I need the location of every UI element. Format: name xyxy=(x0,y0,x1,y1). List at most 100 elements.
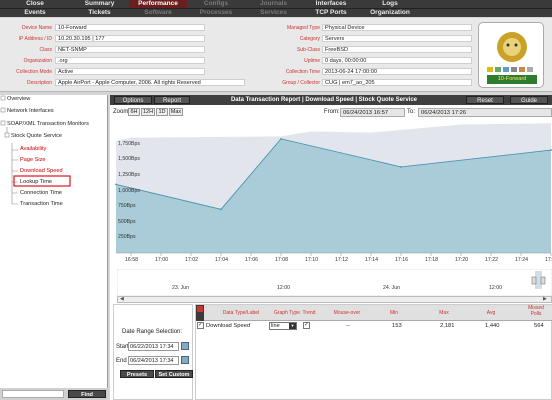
tree-item-network-interfaces[interactable]: Network Interfaces xyxy=(7,108,54,114)
trend-checkbox[interactable]: ✓ xyxy=(303,322,310,329)
date-range-title: Date Range Selection: xyxy=(122,329,183,335)
zoom-6h-button[interactable]: 6H xyxy=(128,108,140,116)
scroll-right-icon[interactable]: ▶ xyxy=(543,297,549,302)
x-tick-label: 17:18 xyxy=(425,257,438,263)
tree-item-lookup-time[interactable]: Lookup Time xyxy=(20,179,52,185)
x-tick-label: 17:02 xyxy=(185,257,198,263)
device-icon-box: 10-Forward xyxy=(478,22,544,88)
report-title: Data Transaction Report | Download Speed… xyxy=(230,97,418,103)
info-label: Sub-Class xyxy=(296,47,320,53)
info-value: Servers xyxy=(322,35,472,42)
data-point xyxy=(115,183,117,186)
nav-processes[interactable]: Processes xyxy=(187,9,245,17)
nav-services[interactable]: Services xyxy=(245,9,302,17)
tree-item-page-size[interactable]: Page Size xyxy=(20,157,46,163)
nav-events[interactable]: Events xyxy=(0,9,70,17)
end-date-input[interactable]: 06/24/2013 17:34 xyxy=(128,356,179,365)
nav-configs[interactable]: Configs xyxy=(187,0,245,8)
navigator-scrollbar[interactable]: ◀ ▶ xyxy=(117,296,552,303)
add-series-icon[interactable] xyxy=(197,306,203,312)
nav-performance[interactable]: Performance xyxy=(129,0,187,8)
y-tick-label: 1,250Bps xyxy=(118,172,140,179)
nav-journals[interactable]: Journals xyxy=(245,0,302,8)
row-mouseover: -- xyxy=(346,323,350,329)
x-tick-label: 17:24 xyxy=(515,257,528,263)
y-tick-label: 500Bps xyxy=(118,218,136,225)
x-tick-label: 17:14 xyxy=(365,257,378,263)
from-label: From: xyxy=(324,109,340,115)
col-mouseover: Mouse-over xyxy=(333,310,361,316)
zoom-1d-button[interactable]: 1D xyxy=(156,108,168,116)
data-point xyxy=(280,137,282,140)
data-point xyxy=(220,208,222,211)
nav-summary[interactable]: Summary xyxy=(70,0,129,8)
tree-item-stock-quote-service[interactable]: Stock Quote Service xyxy=(11,133,62,139)
y-tick-label: 1,750Bps xyxy=(118,140,140,147)
zoom-label: Zoom xyxy=(113,109,129,115)
x-tick-label: 17:00 xyxy=(155,257,168,263)
end-label: End xyxy=(116,358,127,364)
start-calendar-icon[interactable] xyxy=(181,342,189,350)
x-tick-label: 17:08 xyxy=(275,257,288,263)
tree-item-soap-xml-transaction-monitors[interactable]: SOAP/XML Transaction Monitors xyxy=(7,121,89,127)
x-tick-label: 17:10 xyxy=(305,257,318,263)
info-value: Physical Device xyxy=(322,24,472,31)
tree-item-availability[interactable]: Availability xyxy=(20,146,46,152)
zoom-max-button[interactable]: Max xyxy=(169,108,183,116)
col-missed-polls: Missed Polls xyxy=(528,305,544,317)
nav-label-3: 24. Jun xyxy=(383,285,401,291)
guide-button[interactable]: Guide xyxy=(510,96,548,104)
start-date-input[interactable]: 06/22/2013 17:34 xyxy=(128,342,179,351)
device-badge-label: 10-Forward xyxy=(497,76,527,82)
from-date-input[interactable]: 06/24/2013 16:57 xyxy=(340,108,405,117)
nav-tcp-ports[interactable]: TCP Ports xyxy=(302,9,360,17)
nav-tickets[interactable]: Tickets xyxy=(70,9,129,17)
nav-organization[interactable]: Organization xyxy=(360,9,420,17)
to-label: To: xyxy=(407,109,416,115)
data-point xyxy=(400,166,402,168)
to-date-input[interactable]: 06/24/2013 17:26 xyxy=(418,108,552,117)
col-graph-type: Graph Type xyxy=(273,310,301,316)
tree-item-overview[interactable]: Overview xyxy=(7,96,30,102)
info-value: CUG | em7_ao_205 xyxy=(322,79,472,86)
report-button[interactable]: Report xyxy=(154,96,190,104)
info-label: Organization xyxy=(23,58,52,64)
info-value: NET-SNMP xyxy=(55,46,205,53)
row-checkbox[interactable]: ✓ xyxy=(197,322,204,329)
tree-item-transaction-time[interactable]: Transaction Time xyxy=(20,201,63,207)
info-label: Device Name xyxy=(21,25,52,31)
nav-logs[interactable]: Logs xyxy=(360,0,420,8)
nav-interfaces[interactable]: Interfaces xyxy=(302,0,360,8)
nav-close[interactable]: Close xyxy=(0,0,70,8)
zoom-12h-button[interactable]: 12H xyxy=(141,108,155,116)
nav-label-1: 23. Jun xyxy=(172,285,190,291)
tree-item-download-speed[interactable]: Download Speed xyxy=(20,168,63,174)
end-calendar-icon[interactable] xyxy=(181,356,189,364)
nav-software[interactable]: Software xyxy=(129,9,187,17)
nav-label-4: 12:00 xyxy=(489,285,502,291)
row-min: 153 xyxy=(392,323,402,329)
x-tick-label: 17:20 xyxy=(455,257,468,263)
set-custom-button[interactable]: Set Custom xyxy=(155,370,193,378)
col-min: Min xyxy=(389,310,399,316)
find-input[interactable] xyxy=(2,390,64,398)
y-tick-label: 1,000Bps xyxy=(118,187,140,194)
graph-type-select[interactable]: line ▼ xyxy=(269,322,297,330)
row-avg: 1,440 xyxy=(485,323,500,329)
x-tick-label: 16:58 xyxy=(125,257,138,263)
options-button[interactable]: Options xyxy=(114,96,152,104)
reset-button[interactable]: Reset xyxy=(466,96,504,104)
info-value: 0 days, 00:00:00 xyxy=(322,57,472,64)
scroll-left-icon[interactable]: ◀ xyxy=(120,297,126,302)
nav-label-2: 12:00 xyxy=(277,285,290,291)
presets-button[interactable]: Presets xyxy=(120,370,154,378)
navigation-tree: Overview Network Interfaces SOAP/XML Trans… xyxy=(0,95,108,388)
info-label: Description xyxy=(26,80,52,86)
info-label: Class xyxy=(39,47,52,53)
date-range-panel: Date Range Selection: Start 06/22/2013 1… xyxy=(113,304,193,400)
find-button[interactable]: Find xyxy=(68,390,106,398)
info-label: Managed Type xyxy=(287,25,320,31)
tree-item-connection-time[interactable]: Connection Time xyxy=(20,190,62,196)
chevron-down-icon[interactable]: ▼ xyxy=(289,323,296,329)
info-value: 2013-06-24 17:00:00 xyxy=(322,68,472,75)
